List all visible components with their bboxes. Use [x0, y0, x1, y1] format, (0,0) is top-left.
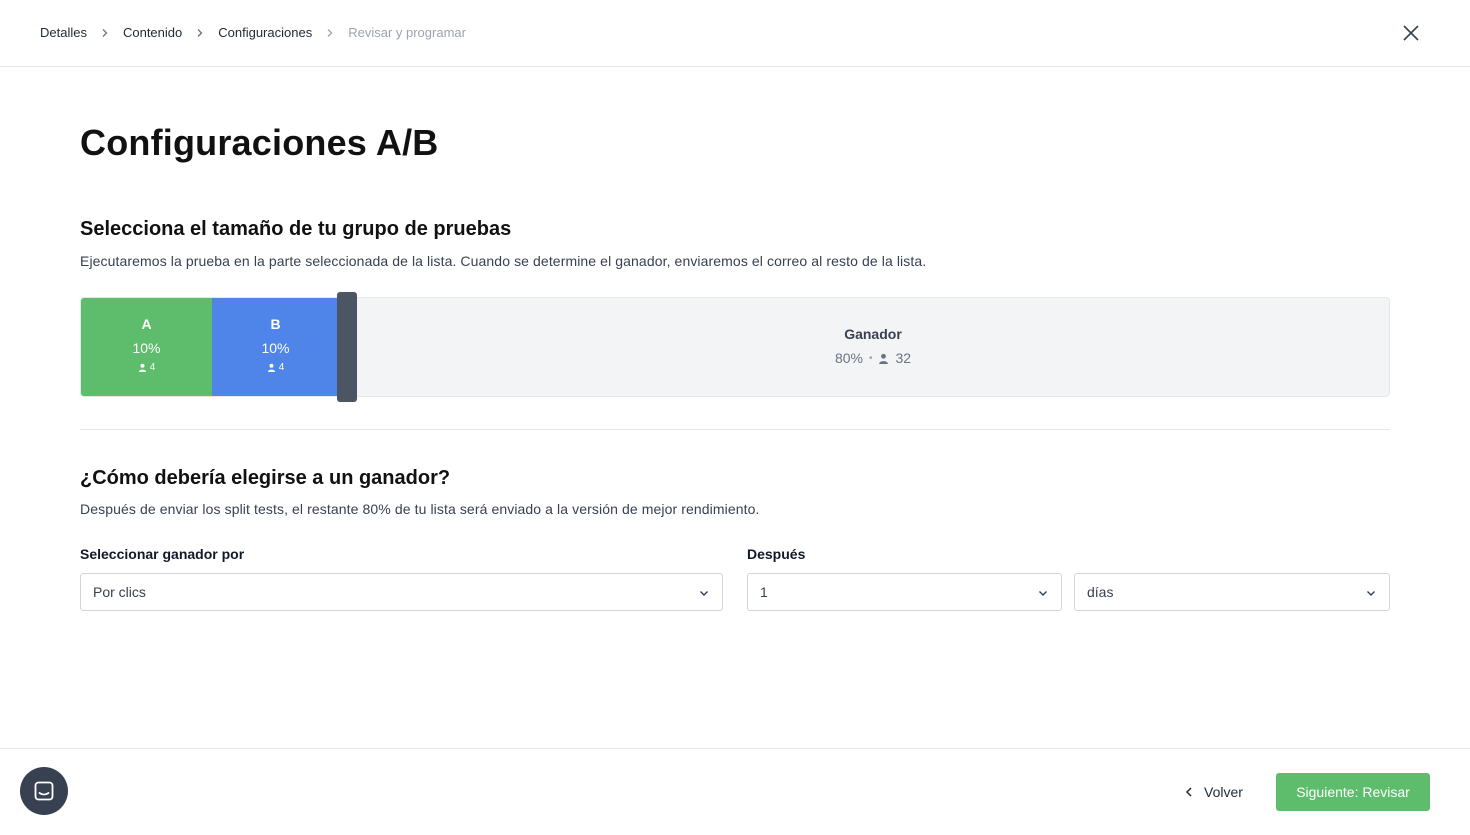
- breadcrumb-item-detalles[interactable]: Detalles: [40, 25, 87, 40]
- test-group-description: Ejecutaremos la prueba en la parte selec…: [80, 253, 927, 269]
- chevron-right-icon: [312, 26, 348, 40]
- winner-segment: Ganador 80% • 32: [357, 298, 1389, 396]
- variant-b-segment: B 10% 4: [212, 298, 339, 396]
- winner-percent: 80%: [834, 350, 863, 366]
- page-title: Configuraciones A/B: [80, 122, 439, 163]
- chevron-down-icon: [700, 591, 708, 596]
- winner-section-description: Después de enviar los split tests, el re…: [80, 501, 760, 517]
- select-winner-by-dropdown[interactable]: Por clics: [80, 573, 723, 611]
- after-unit-value: días: [1087, 584, 1114, 600]
- next-review-button[interactable]: Siguiente: Revisar: [1276, 773, 1430, 811]
- back-button-label: Volver: [1204, 784, 1243, 800]
- chevron-right-icon: [87, 26, 123, 40]
- close-icon: [1403, 25, 1419, 41]
- chevron-down-icon: [1367, 591, 1375, 596]
- select-winner-by-label: Seleccionar ganador por: [80, 546, 245, 562]
- split-drag-handle[interactable]: [337, 292, 357, 402]
- variant-b-label: B: [270, 316, 281, 332]
- variant-a-segment: A 10% 4: [81, 298, 212, 396]
- variant-b-percent: 10%: [261, 340, 290, 356]
- variant-a-label: A: [141, 316, 152, 332]
- after-unit-dropdown[interactable]: días: [1074, 573, 1390, 611]
- breadcrumb-item-revisar[interactable]: Revisar y programar: [348, 25, 466, 40]
- breadcrumb-item-contenido[interactable]: Contenido: [123, 25, 182, 40]
- after-amount-value: 1: [760, 584, 768, 600]
- breadcrumb-item-configuraciones[interactable]: Configuraciones: [218, 25, 312, 40]
- breadcrumb: Detalles Contenido Configuraciones Revis…: [40, 25, 466, 40]
- user-icon: [267, 363, 275, 372]
- winner-label: Ganador: [844, 326, 902, 342]
- winner-meta: 80% • 32: [357, 350, 1389, 366]
- section-divider: [80, 429, 1390, 430]
- chat-launcher-button[interactable]: [20, 767, 68, 815]
- footer-bar: [0, 748, 1470, 835]
- user-icon: [879, 353, 889, 364]
- select-winner-by-value: Por clics: [93, 584, 146, 600]
- variant-a-percent: 10%: [132, 340, 161, 356]
- winner-count: 32: [895, 350, 912, 366]
- top-bar: Detalles Contenido Configuraciones Revis…: [0, 0, 1470, 67]
- variant-a-count: 4: [149, 362, 156, 373]
- chat-icon: [34, 781, 54, 801]
- test-group-title: Selecciona el tamaño de tu grupo de prue…: [80, 218, 512, 240]
- after-amount-dropdown[interactable]: 1: [747, 573, 1062, 611]
- back-button[interactable]: Volver: [1184, 782, 1243, 802]
- after-label: Después: [747, 546, 806, 562]
- close-button[interactable]: [1396, 18, 1426, 48]
- variant-b-count-row: 4: [212, 362, 339, 373]
- variant-b-count: 4: [278, 362, 285, 373]
- winner-section-title: ¿Cómo debería elegirse a un ganador?: [80, 467, 451, 489]
- separator-dot: •: [868, 352, 873, 364]
- chevron-down-icon: [1039, 591, 1047, 596]
- user-icon: [138, 363, 146, 372]
- variant-a-count-row: 4: [81, 362, 212, 373]
- test-group-split-bar: A 10% 4 B 10% 4 Ganador 80% • 32: [80, 292, 1390, 402]
- chevron-left-icon: [1185, 787, 1192, 797]
- chevron-right-icon: [182, 26, 218, 40]
